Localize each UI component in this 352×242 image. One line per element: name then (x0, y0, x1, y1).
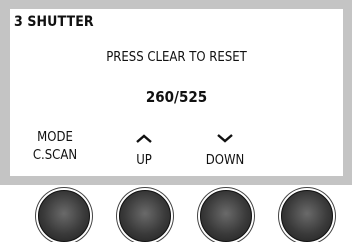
softkey-up-label: UP (104, 129, 184, 170)
instruction-message: PRESS CLEAR TO RESET (106, 50, 247, 65)
softkey-button-4[interactable] (281, 190, 333, 242)
softkey-mode-label: MODE C.SCAN (15, 129, 95, 165)
softkey-up-text: UP (136, 153, 152, 168)
lcd-screen: 3 SHUTTER PRESS CLEAR TO RESET 260/525 M… (10, 9, 343, 176)
softkey-button-3[interactable] (200, 190, 252, 242)
softkey-down-text: DOWN (205, 153, 245, 168)
softkey-button-1[interactable] (38, 190, 90, 242)
menu-title: 3 SHUTTER (14, 14, 94, 30)
softkey-mode-line1: MODE (37, 130, 73, 145)
softkey-down-label: DOWN (185, 129, 265, 170)
softkey-mode-line2: C.SCAN (32, 148, 78, 163)
chevron-down-icon (185, 134, 265, 152)
chevron-up-icon (104, 134, 184, 152)
softkey-button-2[interactable] (119, 190, 171, 242)
shutter-counter: 260/525 (145, 88, 208, 106)
display-bezel: 3 SHUTTER PRESS CLEAR TO RESET 260/525 M… (0, 0, 352, 185)
